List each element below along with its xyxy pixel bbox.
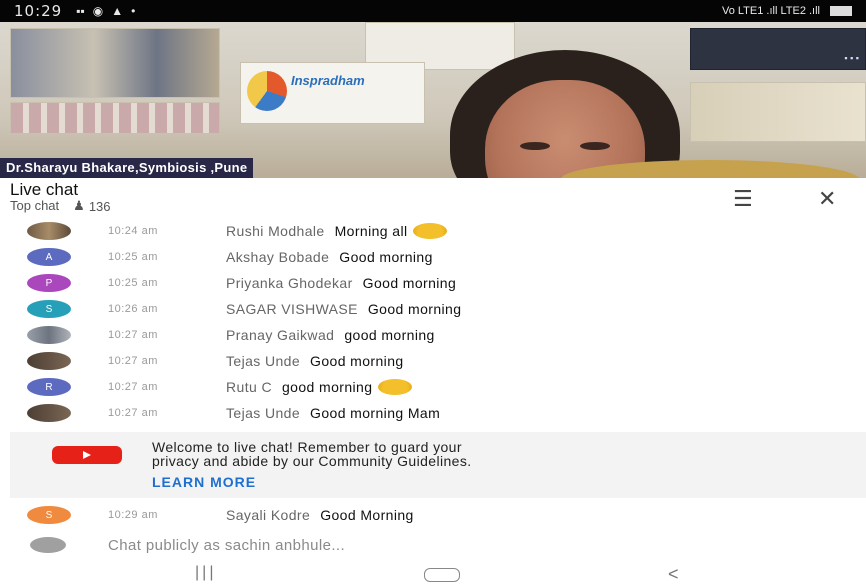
chat-message[interactable]: S 10:29 am Sayali Kodre Good Morning <box>0 502 866 528</box>
message-text: Good morning <box>362 275 457 291</box>
chat-message[interactable]: 10:27 am Tejas Unde Good morning <box>0 348 866 374</box>
message-time: 10:27 am <box>108 329 158 341</box>
presenter-caption: Dr.Sharayu Bhakare,Symbiosis ,Pune <box>0 158 254 178</box>
avatar[interactable] <box>27 352 71 370</box>
presenter <box>440 50 690 178</box>
chat-input[interactable] <box>108 534 808 556</box>
filter-icon[interactable]: ☰ <box>733 186 753 212</box>
whatsapp-icon: ◉ <box>92 4 104 18</box>
message-text: Morning all <box>334 223 408 239</box>
user-avatar <box>30 537 66 553</box>
status-bar: 10:29 ▪▪ ◉ ▲ • Vo LTE1 .ıll LTE2 .ıll <box>0 0 866 22</box>
message-text: good morning <box>281 379 373 395</box>
smile-emoji-icon <box>413 223 448 239</box>
smile-emoji-icon <box>378 379 413 395</box>
message-author[interactable]: Tejas Unde <box>226 353 300 369</box>
avatar[interactable] <box>27 222 71 240</box>
welcome-text: Welcome to live chat! Remember to guard … <box>152 439 472 469</box>
message-time: 10:27 am <box>108 381 158 393</box>
poster-brand: Inspradham <box>291 73 365 88</box>
viewer-count: ♟ 136 <box>73 198 111 214</box>
chat-input-bar <box>0 532 866 558</box>
message-author[interactable]: Rutu C <box>226 379 272 395</box>
wall-poster <box>690 82 866 142</box>
message-text: Good morning <box>367 301 462 317</box>
learn-more-link[interactable]: LEARN MORE <box>152 474 256 490</box>
message-author[interactable]: Tejas Unde <box>226 405 300 421</box>
message-author[interactable]: SAGAR VISHWASE <box>226 301 358 317</box>
avatar[interactable] <box>27 404 71 422</box>
chat-message[interactable]: P 10:25 am Priyanka Ghodekar Good morning <box>0 270 866 296</box>
message-author[interactable]: Pranay Gaikwad <box>226 327 334 343</box>
message-author[interactable]: Akshay Bobade <box>226 249 329 265</box>
message-text: Good morning <box>339 249 433 265</box>
message-author[interactable]: Rushi Modhale <box>226 223 325 239</box>
person-icon: ♟ <box>73 198 85 213</box>
recent-apps-icon[interactable]: ||| <box>195 564 216 582</box>
battery-icon <box>830 6 852 16</box>
wall-poster: Inspradham <box>240 62 425 124</box>
message-icon: ▪▪ <box>76 4 85 18</box>
status-time: 10:29 <box>14 2 63 20</box>
network-status: Vo LTE1 .ıll LTE2 .ıll <box>721 5 820 17</box>
message-text: Good morning Mam <box>310 405 441 421</box>
chat-message[interactable]: 10:27 am Pranay Gaikwad good morning <box>0 322 866 348</box>
message-time: 10:29 am <box>108 509 158 521</box>
drive-icon: ▲ <box>111 4 124 18</box>
avatar[interactable]: A <box>27 248 71 266</box>
message-author[interactable]: Priyanka Ghodekar <box>226 275 353 291</box>
chat-mode-selector[interactable]: Top chat ♟ 136 <box>10 198 111 214</box>
logo-icon <box>247 71 287 111</box>
chat-message[interactable]: 10:24 am Rushi Modhale Morning all <box>0 218 866 244</box>
navigation-bar: ||| < <box>0 562 866 587</box>
message-text: Good Morning <box>320 507 414 523</box>
avatar[interactable]: S <box>27 300 71 318</box>
avatar[interactable]: R <box>27 378 71 396</box>
message-time: 10:27 am <box>108 407 158 419</box>
message-time: 10:26 am <box>108 303 158 315</box>
avatar[interactable]: S <box>27 506 71 524</box>
message-time: 10:25 am <box>108 277 158 289</box>
message-time: 10:27 am <box>108 355 158 367</box>
message-time: 10:24 am <box>108 225 158 237</box>
chat-message[interactable]: R 10:27 am Rutu C good morning <box>0 374 866 400</box>
wall-screen: ▪ ▪ ▪ <box>690 28 866 70</box>
avatar[interactable]: P <box>27 274 71 292</box>
close-icon[interactable]: ✕ <box>818 186 836 212</box>
welcome-banner: Welcome to live chat! Remember to guard … <box>10 432 866 498</box>
wall-poster <box>10 102 220 134</box>
message-text: good morning <box>344 327 435 343</box>
avatar[interactable] <box>27 326 71 344</box>
chat-header: Live chat Top chat ♟ 136 ☰ ✕ <box>0 178 866 216</box>
video-player[interactable]: Inspradham ▪ ▪ ▪ Dr.Sharayu Bhakare,Symb… <box>0 22 866 178</box>
back-icon[interactable]: < <box>668 564 679 585</box>
dot-icon: • <box>131 4 136 18</box>
chat-mode[interactable]: Top chat <box>10 198 59 214</box>
message-time: 10:25 am <box>108 251 158 263</box>
chat-title: Live chat <box>10 180 79 199</box>
youtube-icon <box>52 446 122 464</box>
chat-message[interactable]: A 10:25 am Akshay Bobade Good morning <box>0 244 866 270</box>
message-author[interactable]: Sayali Kodre <box>226 507 310 523</box>
message-text: Good morning <box>310 353 404 369</box>
wall-poster <box>10 28 220 98</box>
notification-icons: ▪▪ ◉ ▲ • <box>76 4 135 18</box>
chat-message[interactable]: S 10:26 am SAGAR VISHWASE Good morning <box>0 296 866 322</box>
chat-message[interactable]: 10:27 am Tejas Unde Good morning Mam <box>0 400 866 426</box>
home-icon[interactable] <box>424 568 460 582</box>
